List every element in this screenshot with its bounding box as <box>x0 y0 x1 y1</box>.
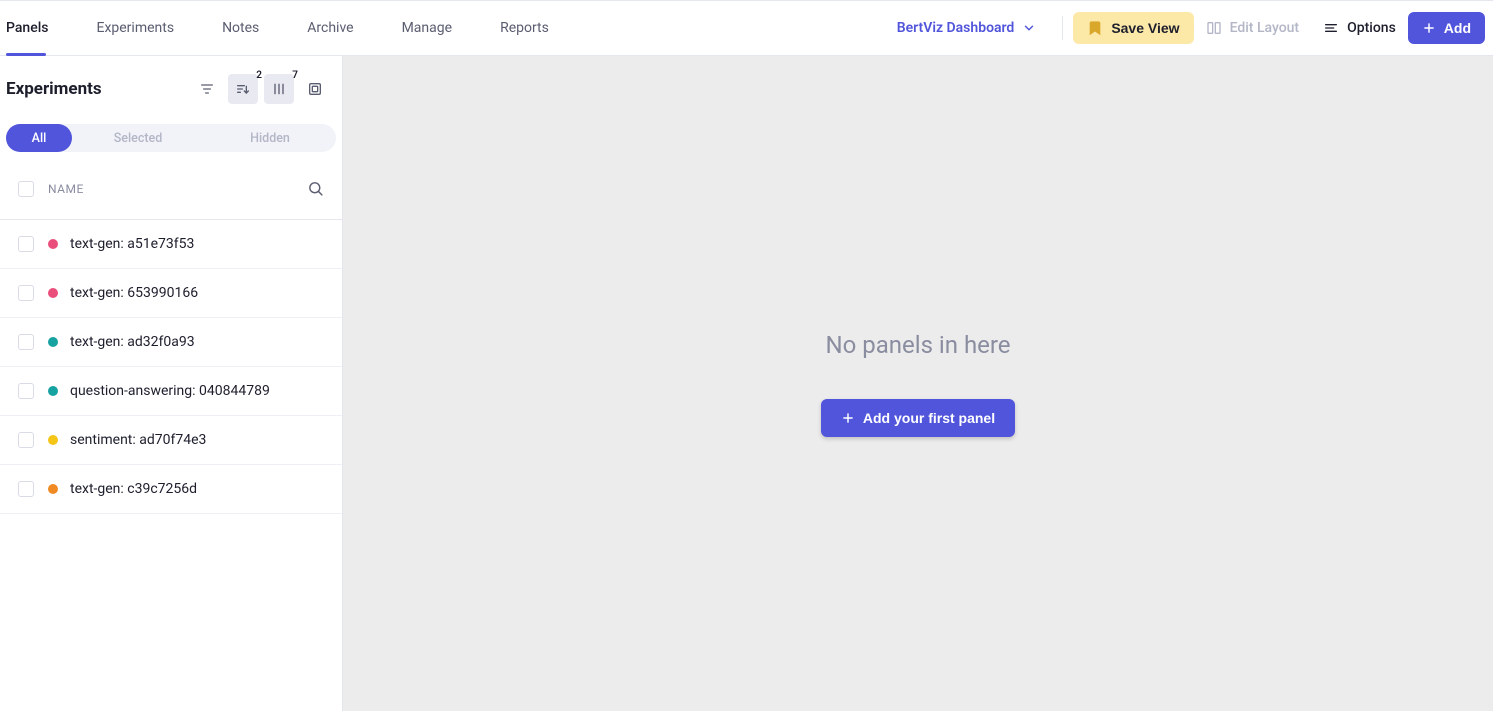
tab-manage[interactable]: Manage <box>378 1 476 55</box>
color-dot <box>48 239 58 249</box>
list-item[interactable]: text-gen: a51e73f53 <box>0 220 342 269</box>
segment-label: Selected <box>114 131 163 146</box>
row-checkbox[interactable] <box>18 236 34 252</box>
tab-label: Reports <box>500 20 549 36</box>
plus-icon <box>841 411 855 425</box>
tab-panels[interactable]: Panels <box>0 1 72 55</box>
topnav: Panels Experiments Notes Archive Manage … <box>0 1 573 55</box>
columns-icon <box>271 81 287 97</box>
color-dot <box>48 337 58 347</box>
menu-icon <box>1323 20 1339 36</box>
experiment-name: text-gen: a51e73f53 <box>70 236 194 252</box>
topbar: Panels Experiments Notes Archive Manage … <box>0 0 1493 56</box>
tab-experiments[interactable]: Experiments <box>72 1 198 55</box>
segment-label: Hidden <box>250 131 290 146</box>
group-button[interactable] <box>300 74 330 104</box>
tab-label: Experiments <box>96 20 174 36</box>
segment-selected[interactable]: Selected <box>72 124 204 152</box>
filter-segmented: All Selected Hidden <box>6 124 336 152</box>
sort-icon <box>235 81 251 97</box>
edit-layout-button: Edit Layout <box>1194 12 1312 44</box>
add-label: Add <box>1444 20 1471 36</box>
color-dot <box>48 288 58 298</box>
workspace: Experiments 2 7 <box>0 56 1493 711</box>
columns-badge: 7 <box>292 70 298 81</box>
tab-label: Archive <box>307 20 353 36</box>
row-checkbox[interactable] <box>18 432 34 448</box>
sort-badge: 2 <box>256 70 262 81</box>
column-header-name: NAME <box>48 182 307 196</box>
row-checkbox[interactable] <box>18 285 34 301</box>
color-dot <box>48 386 58 396</box>
dashboard-name: BertViz Dashboard <box>897 20 1015 36</box>
empty-state-message: No panels in here <box>825 331 1010 359</box>
filter-icon <box>199 81 215 97</box>
row-checkbox[interactable] <box>18 334 34 350</box>
row-checkbox[interactable] <box>18 481 34 497</box>
add-button[interactable]: Add <box>1408 12 1485 44</box>
list-item[interactable]: sentiment: ad70f74e3 <box>0 416 342 465</box>
select-all-checkbox[interactable] <box>18 181 34 197</box>
options-label: Options <box>1347 20 1396 36</box>
save-view-label: Save View <box>1111 20 1179 36</box>
layout-icon <box>1206 20 1222 36</box>
save-view-button[interactable]: Save View <box>1073 12 1193 44</box>
group-icon <box>307 81 323 97</box>
experiment-name: text-gen: 653990166 <box>70 285 198 301</box>
experiment-name: sentiment: ad70f74e3 <box>70 432 206 448</box>
color-dot <box>48 435 58 445</box>
search-icon <box>307 180 324 197</box>
color-dot <box>48 484 58 494</box>
list-item[interactable]: text-gen: 653990166 <box>0 269 342 318</box>
columns-button[interactable]: 7 <box>264 74 294 104</box>
segment-all[interactable]: All <box>6 124 72 152</box>
experiment-list: text-gen: a51e73f53 text-gen: 653990166 … <box>0 219 342 514</box>
plus-icon <box>1422 21 1436 35</box>
add-first-panel-button[interactable]: Add your first panel <box>821 399 1015 437</box>
sidebar: Experiments 2 7 <box>0 56 343 711</box>
divider <box>1062 16 1063 40</box>
options-button[interactable]: Options <box>1311 12 1408 44</box>
sidebar-title: Experiments <box>6 79 186 99</box>
experiment-name: text-gen: c39c7256d <box>70 481 197 497</box>
sort-button[interactable]: 2 <box>228 74 258 104</box>
sidebar-header: Experiments 2 7 <box>0 56 342 116</box>
tab-archive[interactable]: Archive <box>283 1 377 55</box>
edit-layout-label: Edit Layout <box>1230 20 1300 36</box>
add-first-panel-label: Add your first panel <box>863 410 995 426</box>
segment-hidden[interactable]: Hidden <box>204 124 336 152</box>
experiment-name: text-gen: ad32f0a93 <box>70 334 195 350</box>
tab-reports[interactable]: Reports <box>476 1 573 55</box>
main-panel-area: No panels in here Add your first panel <box>343 56 1493 711</box>
list-item[interactable]: text-gen: c39c7256d <box>0 465 342 514</box>
tab-label: Manage <box>402 20 452 36</box>
bookmark-icon <box>1087 20 1103 36</box>
tab-label: Panels <box>6 20 48 36</box>
search-button[interactable] <box>307 180 324 197</box>
tab-label: Notes <box>222 20 259 36</box>
dashboard-dropdown[interactable]: BertViz Dashboard <box>881 20 1053 36</box>
chevron-down-icon <box>1022 21 1036 35</box>
list-item[interactable]: question-answering: 040844789 <box>0 367 342 416</box>
experiment-name: question-answering: 040844789 <box>70 383 270 399</box>
filter-button[interactable] <box>192 74 222 104</box>
list-header: NAME <box>0 158 342 219</box>
tab-notes[interactable]: Notes <box>198 1 283 55</box>
row-checkbox[interactable] <box>18 383 34 399</box>
segment-label: All <box>32 131 47 146</box>
list-item[interactable]: text-gen: ad32f0a93 <box>0 318 342 367</box>
